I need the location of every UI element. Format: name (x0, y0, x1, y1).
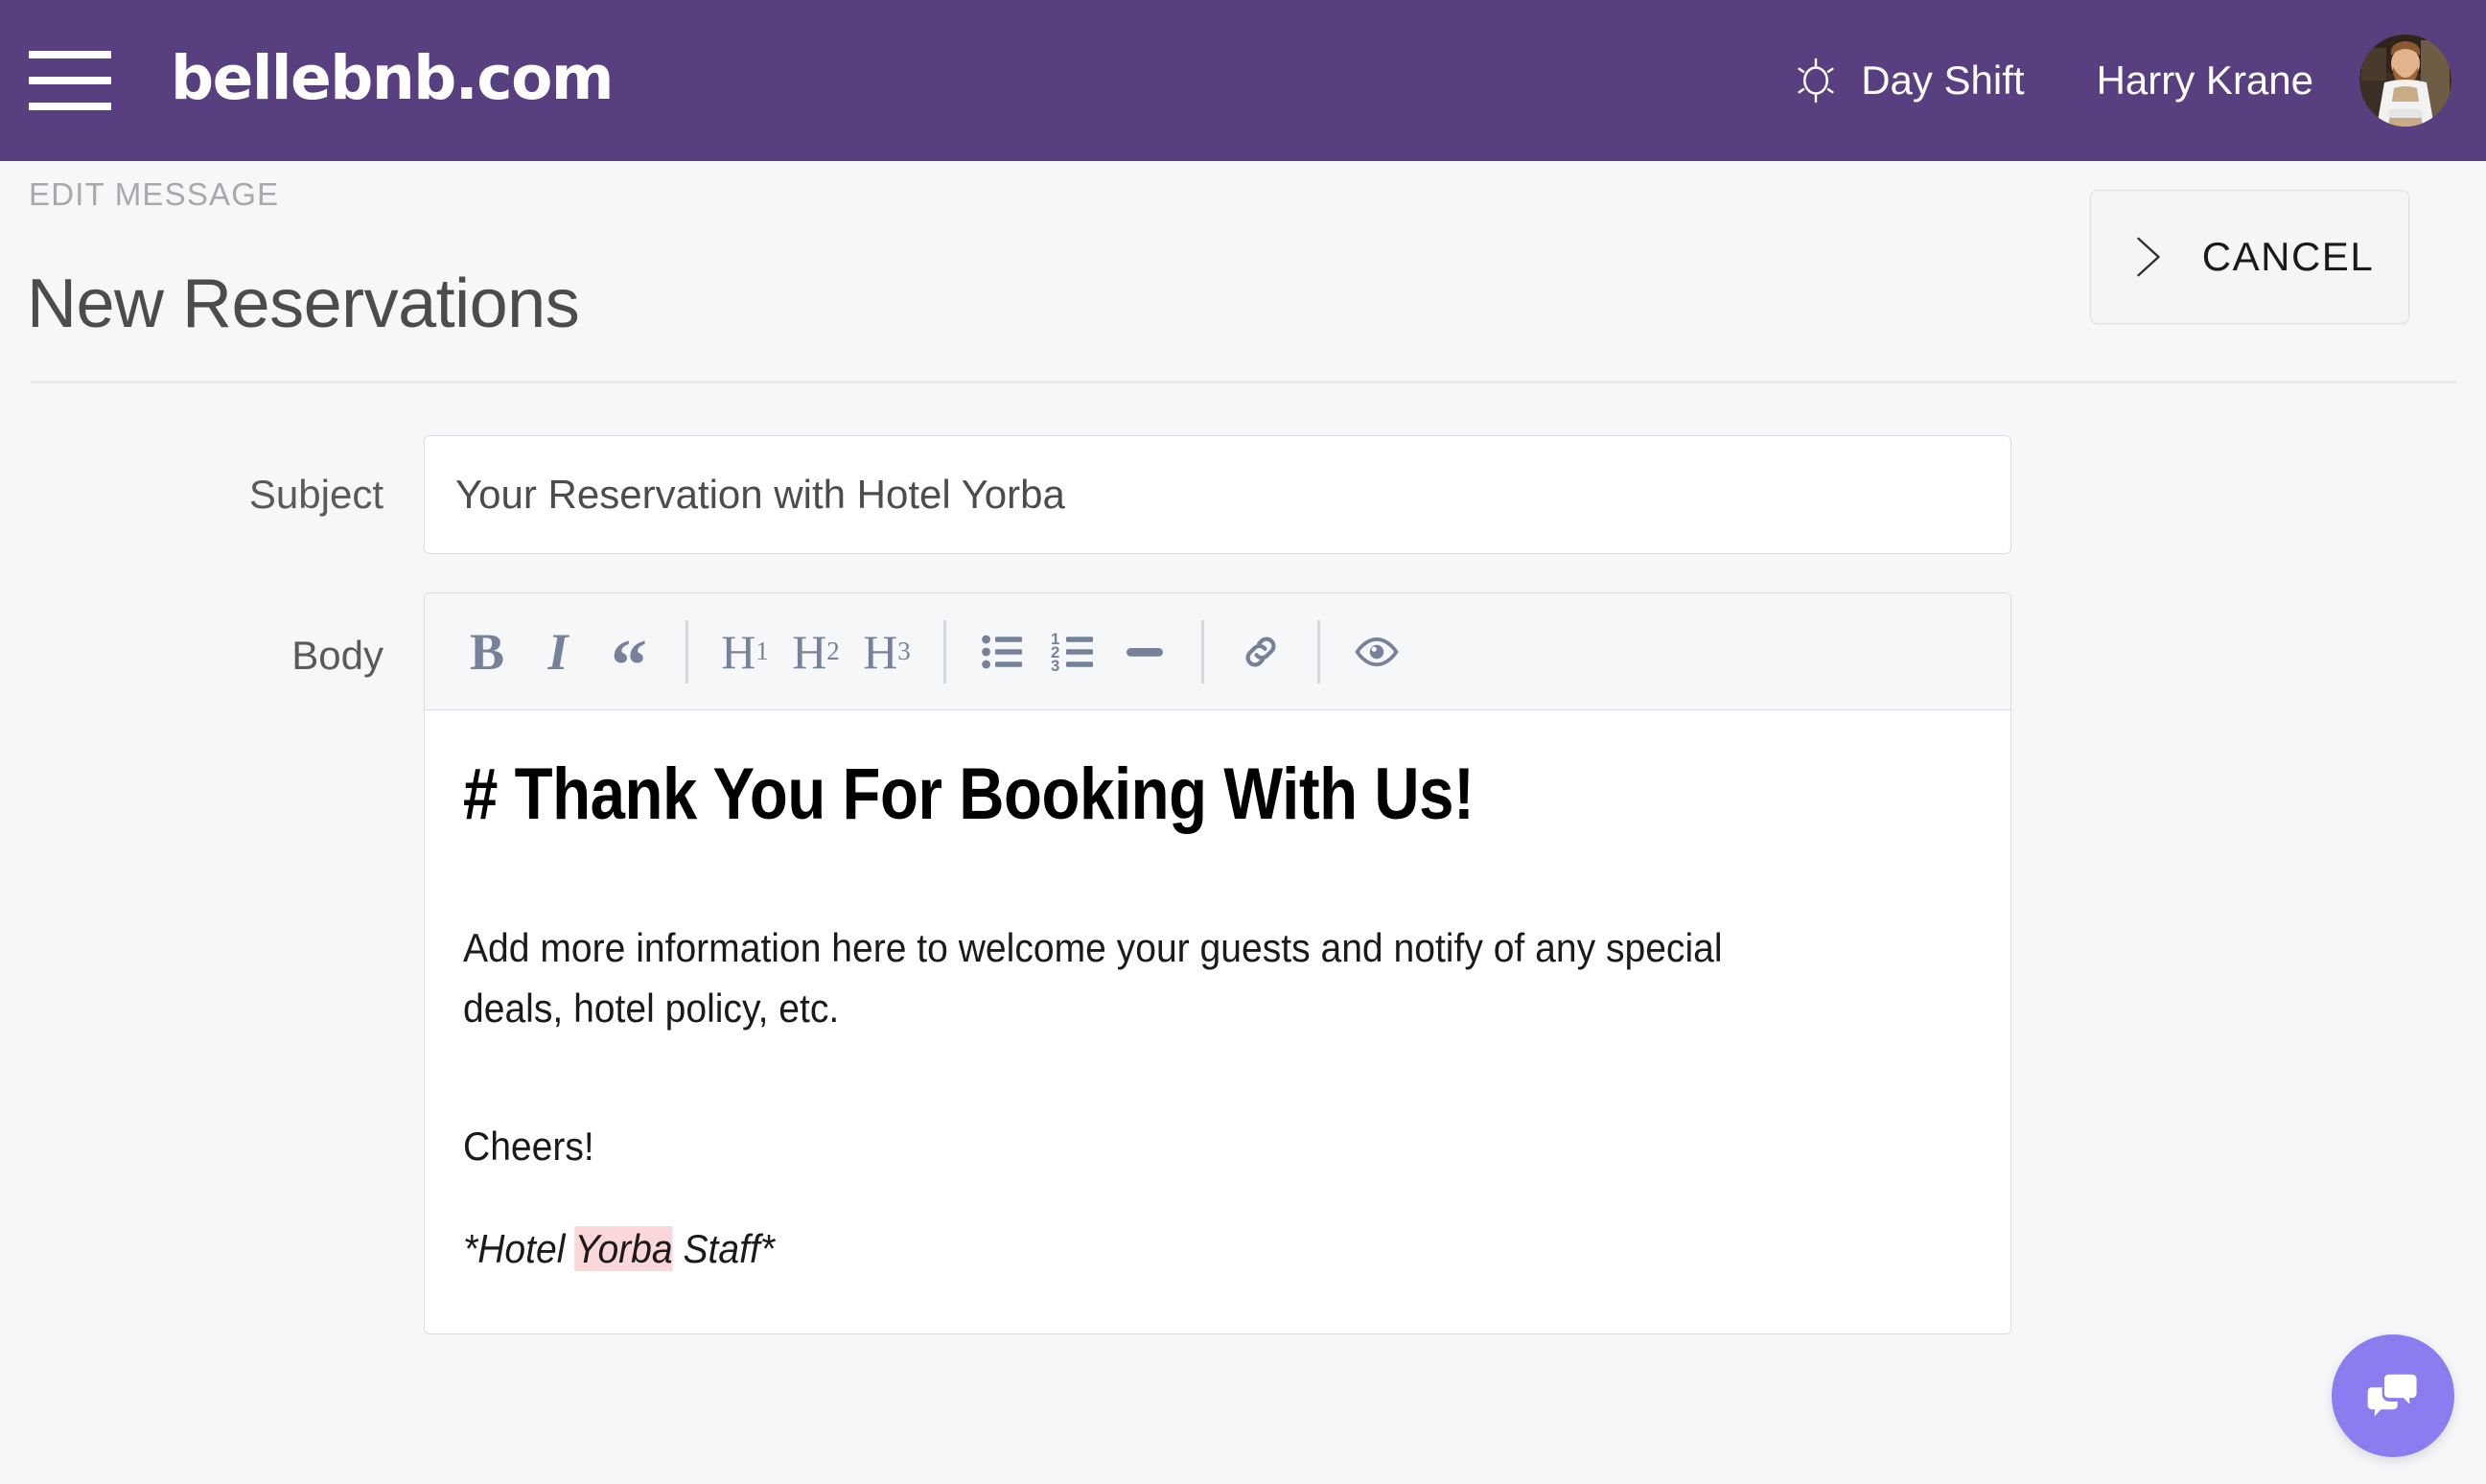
toolbar-separator (943, 619, 946, 684)
sun-icon (1798, 58, 1834, 104)
chat-bubbles-icon (2367, 1374, 2417, 1417)
avatar[interactable] (2359, 35, 2451, 127)
breadcrumb: EDIT MESSAGE (29, 176, 280, 212)
toolbar-separator (1201, 619, 1204, 684)
heading-2-label: H (792, 624, 827, 679)
heading-3-label: H (863, 624, 898, 679)
horizontal-rule-icon (1127, 647, 1163, 657)
page-title: New Reservations (27, 266, 580, 343)
page-header: EDIT MESSAGE New Reservations CANCEL (0, 161, 2486, 382)
hamburger-line (29, 51, 111, 58)
svg-text:3: 3 (1051, 657, 1059, 675)
toolbar-separator (685, 619, 688, 684)
unordered-list-icon (982, 635, 1022, 668)
top-navigation-bar: bellebnb.com Day Shift Harry Krane (0, 0, 2486, 161)
chat-support-button[interactable] (2332, 1334, 2454, 1457)
body-label: Body (291, 633, 383, 678)
preview-button[interactable] (1341, 616, 1412, 687)
heading-1-button[interactable]: H1 (709, 616, 780, 687)
cancel-button[interactable]: CANCEL (2090, 190, 2409, 324)
subject-input[interactable] (424, 435, 2011, 554)
brand-logo[interactable]: bellebnb.com (171, 48, 615, 114)
hamburger-menu-icon[interactable] (29, 51, 111, 110)
link-icon (1245, 637, 1276, 666)
avatar-image (2359, 35, 2451, 127)
signature-highlight: Yorba (574, 1225, 673, 1271)
heading-1-sub: 1 (755, 637, 769, 665)
ordered-list-button[interactable]: 1 2 3 (1038, 616, 1109, 687)
user-name-label[interactable]: Harry Krane (2097, 58, 2313, 104)
day-shift-toggle[interactable]: Day Shift (1790, 55, 2025, 106)
chevron-right-icon (2137, 237, 2160, 277)
heading-3-sub: 3 (897, 637, 911, 665)
heading-3-button[interactable]: H3 (851, 616, 922, 687)
editor-paragraph: Add more information here to welcome you… (463, 925, 1723, 1031)
day-shift-label: Day Shift (1861, 58, 2025, 103)
heading-1-label: H (721, 624, 756, 679)
eye-icon (1355, 637, 1399, 666)
top-navigation-right: Day Shift Harry Krane (1790, 35, 2486, 127)
editor-closing: Cheers! (463, 1123, 594, 1169)
editor-content-area[interactable]: # Thank You For Booking With Us! Add mor… (425, 710, 2010, 1333)
editor-heading: # Thank You For Booking With Us! (463, 754, 1475, 835)
heading-2-sub: 2 (826, 637, 840, 665)
editor-toolbar: B I “ H1 H2 H3 1 2 3 (425, 593, 2010, 710)
heading-2-button[interactable]: H2 (780, 616, 851, 687)
toolbar-separator (1317, 619, 1320, 684)
italic-button[interactable]: I (523, 616, 593, 687)
cancel-button-label: CANCEL (2201, 234, 2375, 279)
ordered-list-icon: 1 2 3 (1051, 630, 1093, 675)
unordered-list-button[interactable] (967, 616, 1038, 687)
bold-button[interactable]: B (452, 616, 523, 687)
hamburger-line (29, 77, 111, 84)
hamburger-line (29, 103, 111, 110)
link-button[interactable] (1225, 616, 1296, 687)
horizontal-rule-button[interactable] (1109, 616, 1180, 687)
blockquote-button[interactable]: “ (593, 616, 664, 702)
body-form-row: Body B I “ H1 H2 H3 1 2 3 # Thank You Fo… (0, 592, 2011, 1334)
signature-prefix: *Hotel (463, 1225, 575, 1271)
subject-label: Subject (248, 472, 383, 517)
subject-form-row: Subject (0, 435, 2011, 554)
signature-suffix: Staff* (672, 1225, 776, 1271)
editor-signature: *Hotel Yorba Staff* (463, 1225, 1867, 1272)
markdown-editor: B I “ H1 H2 H3 1 2 3 # Thank You For Boo… (424, 592, 2011, 1334)
header-divider (31, 381, 2456, 383)
